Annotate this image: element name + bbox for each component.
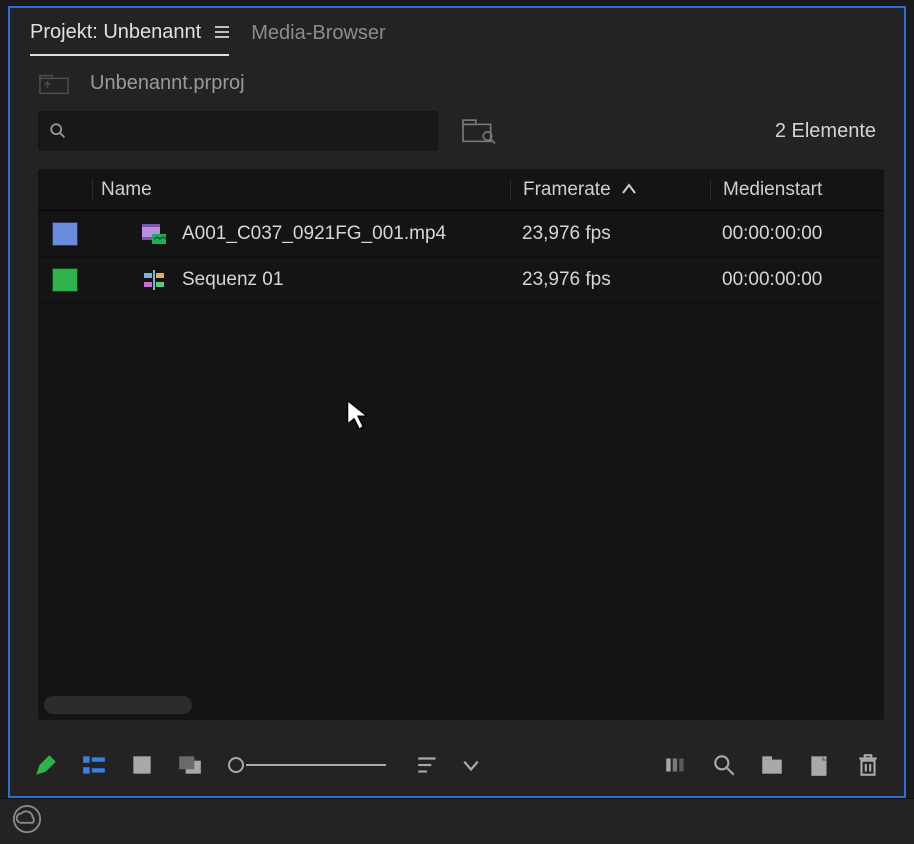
project-toolbar: [10, 740, 904, 796]
label-color-chip[interactable]: [52, 222, 78, 246]
horizontal-scrollbar[interactable]: [44, 696, 192, 714]
column-name[interactable]: Name: [92, 179, 510, 201]
slider-knob-icon[interactable]: [228, 757, 244, 773]
folder-up-icon[interactable]: [38, 73, 70, 95]
panel-tabs: Projekt: Unbenannt Media-Browser: [10, 8, 904, 58]
item-media-start: 00:00:00:00: [710, 223, 884, 245]
table-header: Name Framerate Medienstart: [38, 169, 884, 211]
tab-project[interactable]: Projekt: Unbenannt: [30, 21, 229, 56]
item-name: A001_C037_0921FG_001.mp4: [182, 223, 446, 245]
item-media-start: 00:00:00:00: [710, 269, 884, 291]
sort-asc-icon: [621, 179, 637, 201]
app-footer: [0, 798, 914, 844]
item-count: 2 Elemente: [775, 120, 876, 143]
new-item-icon[interactable]: [806, 752, 834, 778]
project-breadcrumb: Unbenannt.prproj: [10, 58, 904, 101]
tab-project-label: Projekt: Unbenannt: [30, 21, 201, 44]
tab-media-browser-label: Media-Browser: [251, 22, 385, 45]
sort-dropdown-icon[interactable]: [462, 752, 480, 778]
panel-menu-icon[interactable]: [215, 26, 229, 38]
project-file-name: Unbenannt.prproj: [90, 72, 245, 95]
write-mode-icon[interactable]: [32, 752, 60, 778]
label-color-chip[interactable]: [52, 268, 78, 292]
creative-cloud-icon[interactable]: [12, 804, 42, 839]
search-icon: [49, 122, 67, 140]
item-name: Sequenz 01: [182, 269, 283, 291]
search-row: 2 Elemente: [10, 101, 904, 169]
thumbnail-size-slider[interactable]: [228, 757, 386, 773]
clip-icon: [140, 222, 168, 246]
column-framerate[interactable]: Framerate: [510, 179, 710, 201]
project-panel: Projekt: Unbenannt Media-Browser Unbenan…: [8, 6, 906, 798]
table-row[interactable]: Sequenz 01 23,976 fps00:00:00:00: [38, 257, 884, 303]
table-row[interactable]: A001_C037_0921FG_001.mp4 23,976 fps00:00:…: [38, 211, 884, 257]
find-icon[interactable]: [710, 752, 738, 778]
slider-track: [246, 764, 386, 766]
new-bin-icon[interactable]: [758, 752, 786, 778]
automate-to-sequence-icon[interactable]: [662, 752, 690, 778]
item-framerate: 23,976 fps: [510, 269, 710, 291]
search-input[interactable]: [38, 111, 438, 151]
new-search-bin-icon[interactable]: [462, 116, 496, 146]
sequence-icon: [140, 268, 168, 292]
freeform-view-icon[interactable]: [176, 752, 204, 778]
trash-icon[interactable]: [854, 752, 882, 778]
list-view-icon[interactable]: [80, 752, 108, 778]
table-body[interactable]: A001_C037_0921FG_001.mp423,976 fps00:00:…: [38, 211, 884, 720]
items-table: Name Framerate Medienstart A001_C037_092…: [38, 169, 884, 720]
tab-media-browser[interactable]: Media-Browser: [251, 22, 385, 55]
column-media-start[interactable]: Medienstart: [710, 179, 884, 201]
icon-view-icon[interactable]: [128, 752, 156, 778]
item-framerate: 23,976 fps: [510, 223, 710, 245]
sort-menu-icon[interactable]: [414, 752, 442, 778]
search-field[interactable]: [67, 121, 427, 141]
